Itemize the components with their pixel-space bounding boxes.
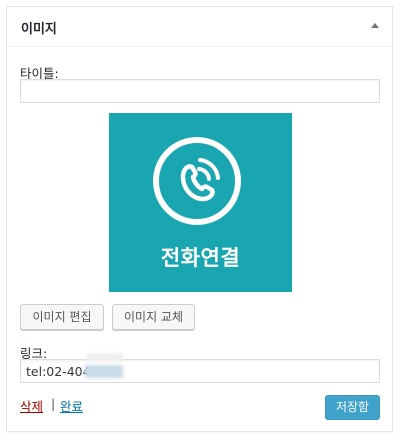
redaction-mask [85,365,123,378]
save-button[interactable]: 저장함 [325,395,380,420]
redaction-mask [87,353,123,361]
link-input[interactable] [20,359,380,383]
title-input[interactable] [20,79,380,103]
replace-image-button[interactable]: 이미지 교체 [112,304,195,330]
done-link[interactable]: 완료 [60,396,83,415]
widget-header[interactable]: 이미지 [7,7,392,47]
separator: | [51,396,56,411]
phone-icon [153,137,241,225]
image-caption: 전화연결 [160,246,241,270]
image-widget: 이미지 타이틀: 전화연결 이미지 편집 이미지 교체 링크: 삭제 | 완료 … [6,6,393,432]
triangle-up-icon[interactable] [371,23,379,28]
widget-image[interactable]: 전화연결 [109,113,292,292]
delete-link[interactable]: 삭제 [20,396,43,415]
widget-title: 이미지 [21,22,57,37]
edit-image-button[interactable]: 이미지 편집 [20,304,104,330]
